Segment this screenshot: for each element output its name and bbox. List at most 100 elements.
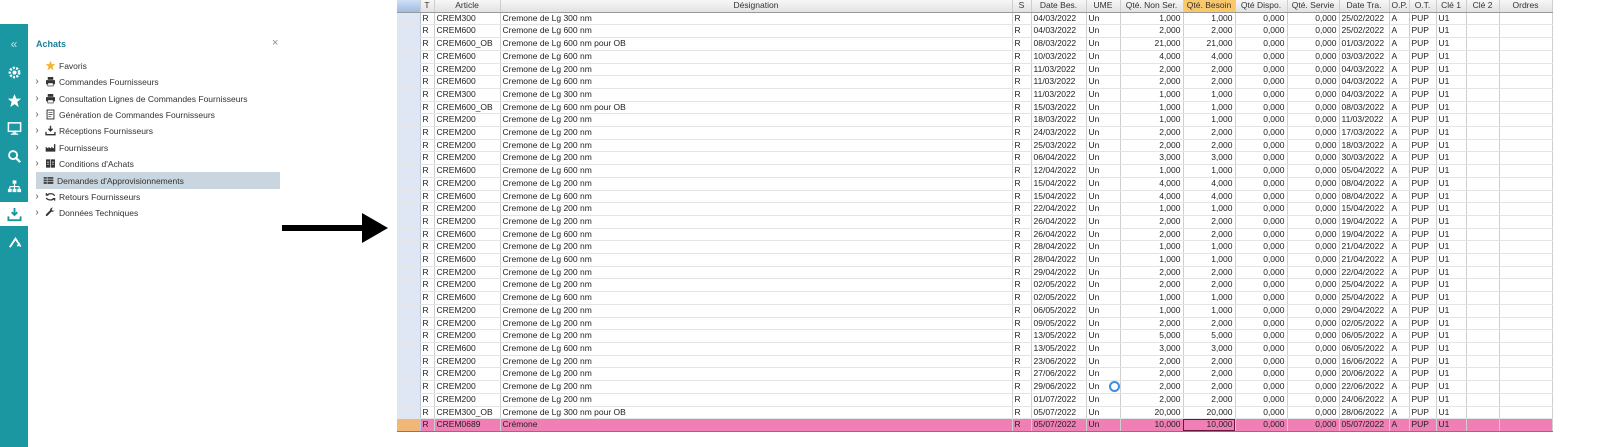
table-row[interactable]: R CREM600 Cremone de Lg 600 nm R 12/04/2022 U… <box>397 164 1553 178</box>
organization-button[interactable] <box>0 174 28 198</box>
table-row[interactable]: R CREM600_OB Cremone de Lg 600 nm pour OB R… <box>397 37 1553 51</box>
table-row[interactable]: R CREM600 Cremone de Lg 600 nm R 15/04/2022 U… <box>397 190 1553 204</box>
row-selector[interactable] <box>397 24 421 39</box>
menu-item-fournisseurs[interactable]: › Fournisseurs <box>28 139 280 156</box>
type-header[interactable]: T <box>420 0 435 13</box>
settings-button[interactable] <box>0 60 28 84</box>
row-selector[interactable] <box>397 215 421 229</box>
table-row[interactable]: R CREM600 Cremone de Lg 600 nm R 26/04/2022 U… <box>397 228 1553 242</box>
table-row[interactable]: R CREM200 Cremone de Lg 200 nm R 25/03/2022 U… <box>397 139 1553 153</box>
row-selector[interactable] <box>397 88 421 102</box>
menu-item-donnees-techniques[interactable]: › Données Techniques <box>28 204 280 221</box>
row-selector[interactable] <box>397 190 421 204</box>
article-header[interactable]: Article <box>434 0 501 13</box>
close-panel-button[interactable]: × <box>272 37 278 49</box>
table-row[interactable]: R CREM600_OB Cremone de Lg 600 nm pour OB R… <box>397 101 1553 115</box>
designation-header[interactable]: Désignation <box>500 0 1013 13</box>
ordres-header[interactable]: Ordres <box>1499 0 1553 13</box>
row-selector[interactable] <box>397 367 421 382</box>
row-selector[interactable] <box>397 139 421 153</box>
menu-item-commandes-fournisseurs[interactable]: › Commandes Fournisseurs <box>28 73 280 90</box>
qte-dispo-header[interactable]: Qté Dispo. <box>1235 0 1288 13</box>
table-row[interactable]: R CREM200 Cremone de Lg 200 nm R 26/04/2022 U… <box>397 215 1553 229</box>
row-selector[interactable] <box>397 202 421 216</box>
row-selector[interactable] <box>397 355 421 369</box>
qte-servie-header[interactable]: Qté. Servie <box>1287 0 1340 13</box>
table-row[interactable]: R CREM200 Cremone de Lg 200 nm R 06/04/2022 U… <box>397 151 1553 166</box>
table-row[interactable]: R CREM300_OB Cremone de Lg 300 nm pour OB R… <box>397 406 1553 420</box>
qte-non-servie-header[interactable]: Qté. Non Ser. <box>1120 0 1184 13</box>
table-row[interactable]: R CREM200 Cremone de Lg 200 nm R 13/05/2022 U… <box>397 329 1553 343</box>
cle2-header[interactable]: Clé 2 <box>1466 0 1500 13</box>
table-row[interactable]: R CREM200 Cremone de Lg 200 nm R 06/05/2022 U… <box>397 304 1553 318</box>
table-row[interactable]: R CREM200 Cremone de Lg 200 nm R 18/03/2022 U… <box>397 113 1553 128</box>
row-selector[interactable] <box>397 75 421 89</box>
row-selector[interactable] <box>397 63 421 77</box>
menu-item-receptions-fournisseurs[interactable]: › Réceptions Fournisseurs <box>28 122 280 139</box>
row-selector[interactable] <box>397 291 421 305</box>
table-row[interactable]: R CREM600 Cremone de Lg 600 nm R 13/05/2022 U… <box>397 342 1553 356</box>
search-button[interactable] <box>0 144 28 168</box>
row-selector-header[interactable] <box>397 0 421 13</box>
table-row[interactable]: R CREM200 Cremone de Lg 200 nm R 11/03/2022 U… <box>397 63 1553 77</box>
table-row[interactable]: R CREM200 Cremone de Lg 200 nm R 15/04/2022 U… <box>397 177 1553 191</box>
row-selector[interactable] <box>397 113 421 128</box>
row-selector[interactable] <box>397 342 421 356</box>
date-tra-header[interactable]: Date Tra. <box>1339 0 1390 13</box>
row-selector[interactable] <box>397 329 421 343</box>
menu-item-consultation-lignes[interactable]: › Consultation Lignes de Commandes Fourn… <box>28 90 280 107</box>
row-selector[interactable] <box>397 393 421 407</box>
row-selector[interactable] <box>397 406 421 420</box>
menu-item-generation-commandes[interactable]: › Génération de Commandes Fournisseurs <box>28 106 280 123</box>
row-selector[interactable] <box>397 12 421 26</box>
date-besoin-header[interactable]: Date Bes. <box>1031 0 1087 13</box>
row-selector[interactable] <box>397 317 421 331</box>
row-selector[interactable] <box>397 37 421 51</box>
table-row[interactable]: R CREM600 Cremone de Lg 600 nm R 11/03/2022 U… <box>397 75 1553 89</box>
row-selector[interactable] <box>397 101 421 115</box>
row-selector[interactable] <box>397 126 421 140</box>
table-row[interactable]: R CREM200 Cremone de Lg 200 nm R 29/06/2022 U… <box>397 380 1553 394</box>
row-selector[interactable] <box>397 253 421 267</box>
table-row[interactable]: R CREM600 Cremone de Lg 600 nm R 10/03/2022 U… <box>397 50 1553 64</box>
table-row[interactable]: R CREM600 Cremone de Lg 600 nm R 04/03/2022 U… <box>397 24 1553 39</box>
table-row[interactable]: R CREM200 Cremone de Lg 200 nm R 02/05/2022 U… <box>397 278 1553 293</box>
menu-item-retours-fournisseurs[interactable]: › Retours Fournisseurs <box>28 188 280 205</box>
collapse-sidebar-button[interactable]: « <box>0 32 28 56</box>
table-row[interactable]: R CREM200 Cremone de Lg 200 nm R 29/04/2022 U… <box>397 266 1553 280</box>
row-selector[interactable] <box>397 418 421 432</box>
desktop-button[interactable] <box>0 116 28 140</box>
op-header[interactable]: O.P. <box>1389 0 1410 13</box>
row-selector[interactable] <box>397 177 421 191</box>
table-row[interactable]: R CREM600 Cremone de Lg 600 nm R 02/05/2022 U… <box>397 291 1553 305</box>
row-selector[interactable] <box>397 266 421 280</box>
table-row[interactable]: R CREM200 Cremone de Lg 200 nm R 01/07/2022 U… <box>397 393 1553 407</box>
table-row[interactable]: R CREM0689 Crémone R 05/07/2022 Un 10,000 10,00… <box>397 418 1553 432</box>
row-selector[interactable] <box>397 278 421 293</box>
row-selector[interactable] <box>397 380 421 394</box>
ot-header[interactable]: O.T. <box>1409 0 1437 13</box>
table-row[interactable]: R CREM200 Cremone de Lg 200 nm R 27/06/2022 U… <box>397 367 1553 382</box>
table-row[interactable]: R CREM200 Cremone de Lg 200 nm R 28/04/2022 U… <box>397 240 1553 255</box>
menu-item-demandes-approvisionnements[interactable]: Demandes d'Approvisionnements <box>36 172 280 189</box>
table-row[interactable]: R CREM300 Cremone de Lg 300 nm R 11/03/2022 U… <box>397 88 1553 102</box>
favorites-button[interactable] <box>0 88 28 112</box>
qte-besoin-header[interactable]: Qté. Besoin <box>1183 0 1236 13</box>
table-row[interactable]: R CREM300 Cremone de Lg 300 nm R 04/03/2022 U… <box>397 12 1553 26</box>
row-selector[interactable] <box>397 50 421 64</box>
row-selector[interactable] <box>397 228 421 242</box>
table-row[interactable]: R CREM200 Cremone de Lg 200 nm R 09/05/2022 U… <box>397 317 1553 331</box>
menu-item-favoris[interactable]: Favoris <box>28 57 280 74</box>
table-row[interactable]: R CREM200 Cremone de Lg 200 nm R 23/06/2022 U… <box>397 355 1553 369</box>
s-header[interactable]: S <box>1012 0 1032 13</box>
row-selector[interactable] <box>397 164 421 178</box>
returns-button[interactable] <box>0 230 28 254</box>
table-row[interactable]: R CREM200 Cremone de Lg 200 nm R 24/03/2022 U… <box>397 126 1553 140</box>
cle1-header[interactable]: Clé 1 <box>1436 0 1467 13</box>
row-selector[interactable] <box>397 151 421 166</box>
row-selector[interactable] <box>397 304 421 318</box>
row-selector[interactable] <box>397 240 421 255</box>
menu-item-conditions-achats[interactable]: › Conditions d'Achats <box>28 155 280 172</box>
table-row[interactable]: R CREM200 Cremone de Lg 200 nm R 22/04/2022 U… <box>397 202 1553 216</box>
table-row[interactable]: R CREM600 Cremone de Lg 600 nm R 28/04/2022 U… <box>397 253 1553 267</box>
